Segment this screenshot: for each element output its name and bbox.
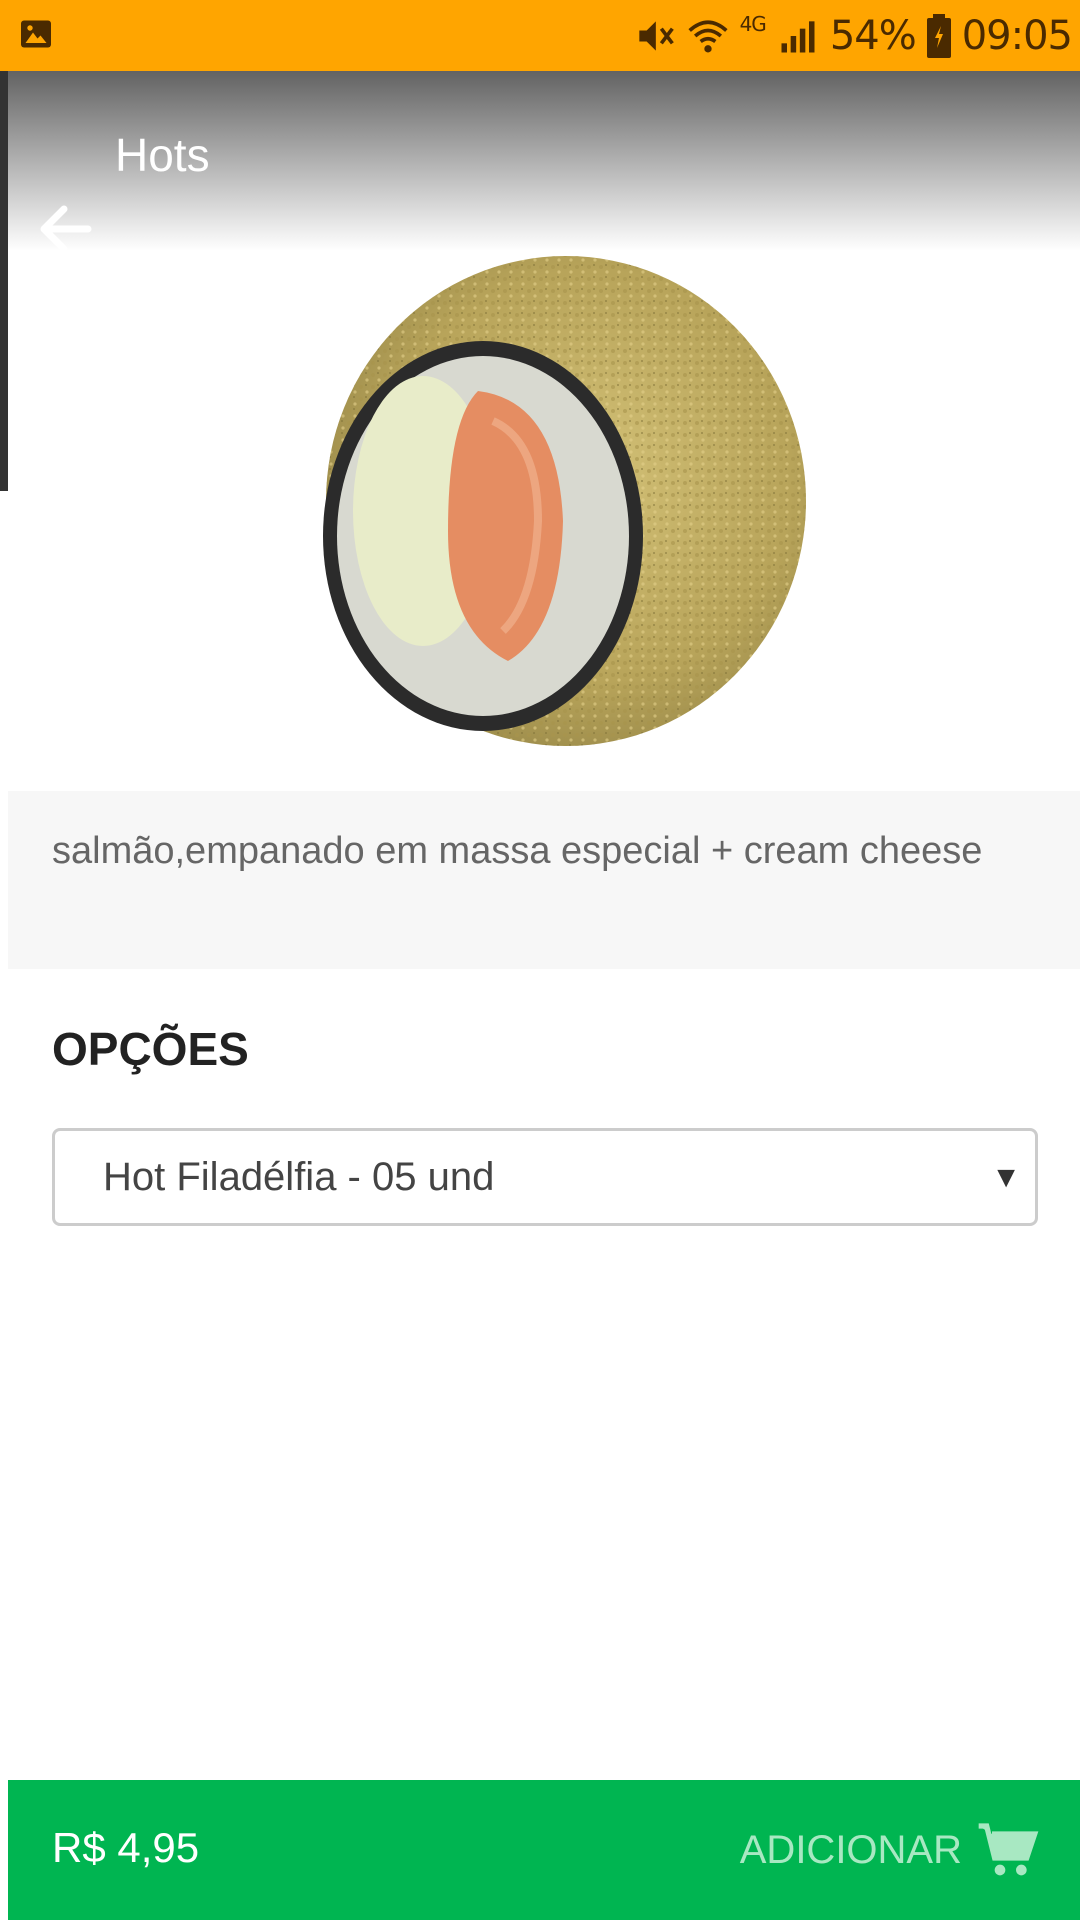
product-hero: Hots	[8, 71, 1080, 791]
options-title: OPÇÕES	[52, 1023, 249, 1075]
page-title: Hots	[115, 129, 210, 181]
battery-percentage: 54%	[829, 12, 917, 59]
status-bar: 4G 54% 09:05	[0, 0, 1080, 71]
product-description: salmão,empanado em massa especial + crea…	[52, 830, 983, 872]
bottom-bar: R$ 4,95 ADICIONAR	[8, 1780, 1080, 1920]
gallery-icon	[21, 20, 51, 48]
cart-icon	[978, 1823, 1039, 1876]
selected-option: Hot Filadélfia - 05 und	[103, 1155, 495, 1199]
window-edge	[0, 71, 8, 491]
arrow-left-icon[interactable]	[36, 201, 96, 257]
description-panel: salmão,empanado em massa especial + crea…	[8, 791, 1080, 969]
sushi-roll-image	[323, 256, 806, 746]
dropdown-arrow-icon: ▼	[991, 1161, 1021, 1194]
add-button-label: ADICIONAR	[739, 1827, 962, 1872]
mute-icon	[638, 20, 674, 51]
wifi-icon	[688, 19, 728, 52]
network-label: 4G	[739, 12, 767, 36]
option-select[interactable]: Hot Filadélfia - 05 und ▼	[52, 1128, 1038, 1226]
battery-icon	[926, 13, 951, 58]
clock: 09:05	[961, 12, 1073, 59]
signal-icon	[781, 20, 815, 52]
price-label: R$ 4,95	[52, 1824, 200, 1871]
add-to-cart-button[interactable]: ADICIONAR	[740, 1810, 1040, 1890]
